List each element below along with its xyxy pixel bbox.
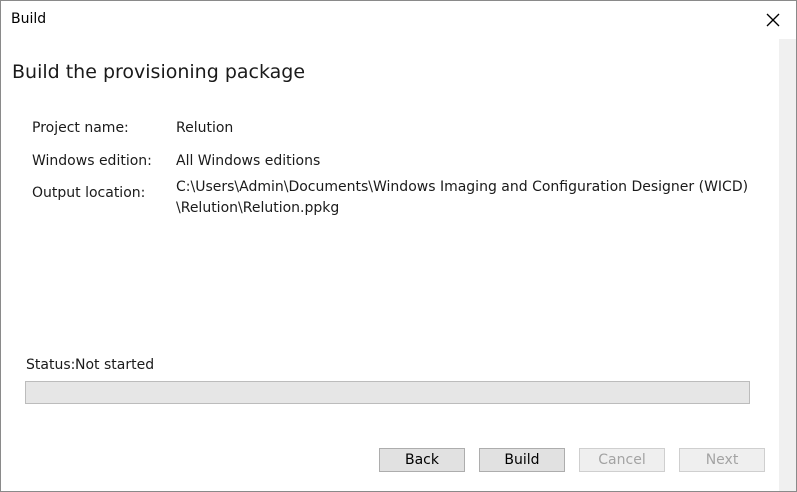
windows-edition-value: All Windows editions — [176, 153, 321, 169]
output-location-line1: C:\Users\Admin\Documents\Windows Imaging… — [176, 179, 749, 195]
project-name-value: Relution — [176, 120, 234, 136]
status-value: Not started — [75, 357, 155, 373]
output-location-label: Output location: — [32, 185, 146, 201]
build-dialog: Build Build the provisioning package Pro… — [0, 0, 797, 492]
window-title: Build — [11, 11, 47, 27]
close-button[interactable] — [758, 7, 788, 33]
build-progress-bar — [25, 381, 750, 404]
windows-edition-label: Windows edition: — [32, 153, 152, 169]
status-label: Status: — [26, 357, 76, 373]
page-title: Build the provisioning package — [12, 61, 306, 83]
output-location-value: C:\Users\Admin\Documents\Windows Imaging… — [176, 177, 748, 219]
close-icon — [766, 13, 780, 27]
project-name-label: Project name: — [32, 120, 129, 136]
cancel-button[interactable]: Cancel — [579, 448, 665, 472]
output-location-line2: \Relution\Relution.ppkg — [176, 200, 340, 216]
next-button[interactable]: Next — [679, 448, 765, 472]
back-button[interactable]: Back — [379, 448, 465, 472]
title-bar: Build — [1, 1, 796, 39]
vertical-scrollbar[interactable] — [779, 39, 796, 491]
build-button[interactable]: Build — [479, 448, 565, 472]
